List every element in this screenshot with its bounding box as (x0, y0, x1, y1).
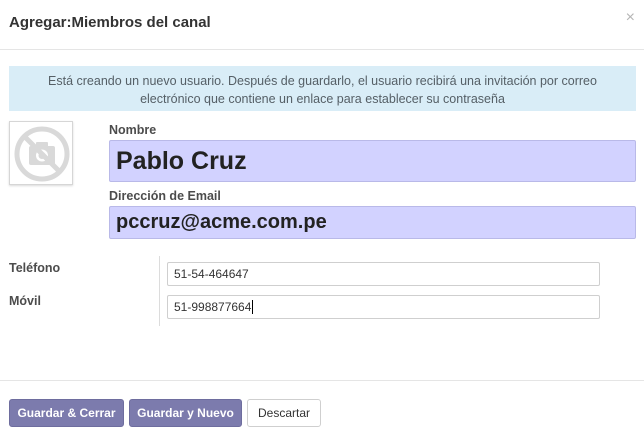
email-input[interactable]: pccruz@acme.com.pe (109, 206, 636, 239)
avatar-upload[interactable] (9, 121, 73, 185)
close-icon[interactable]: × (626, 9, 635, 27)
phone-input[interactable]: 51-54-464647 (167, 262, 600, 286)
info-alert: Está creando un nuevo usuario. Después d… (9, 66, 636, 111)
discard-button[interactable]: Descartar (247, 399, 321, 427)
save-close-button[interactable]: Guardar & Cerrar (9, 399, 124, 427)
email-label: Dirección de Email (109, 189, 221, 203)
phone-label: Teléfono (9, 261, 61, 275)
add-channel-member-dialog: Agregar:Miembros del canal × Está creand… (0, 0, 644, 430)
label-divider (159, 256, 160, 326)
dialog-header: Agregar:Miembros del canal × (0, 0, 644, 50)
phone-input-value: 51-54-464647 (174, 267, 249, 281)
no-photo-camera-icon (14, 126, 70, 182)
text-cursor (252, 300, 254, 314)
mobile-input[interactable]: 51-998877664 (167, 295, 600, 319)
dialog-title: Agregar:Miembros del canal (9, 14, 211, 31)
mobile-input-value: 51-998877664 (174, 300, 252, 314)
save-new-button[interactable]: Guardar y Nuevo (129, 399, 242, 427)
mobile-label: Móvil (9, 294, 41, 308)
dialog-footer: Guardar & Cerrar Guardar y Nuevo Descart… (0, 380, 644, 430)
name-label: Nombre (109, 123, 157, 137)
name-input[interactable]: Pablo Cruz (109, 140, 636, 182)
